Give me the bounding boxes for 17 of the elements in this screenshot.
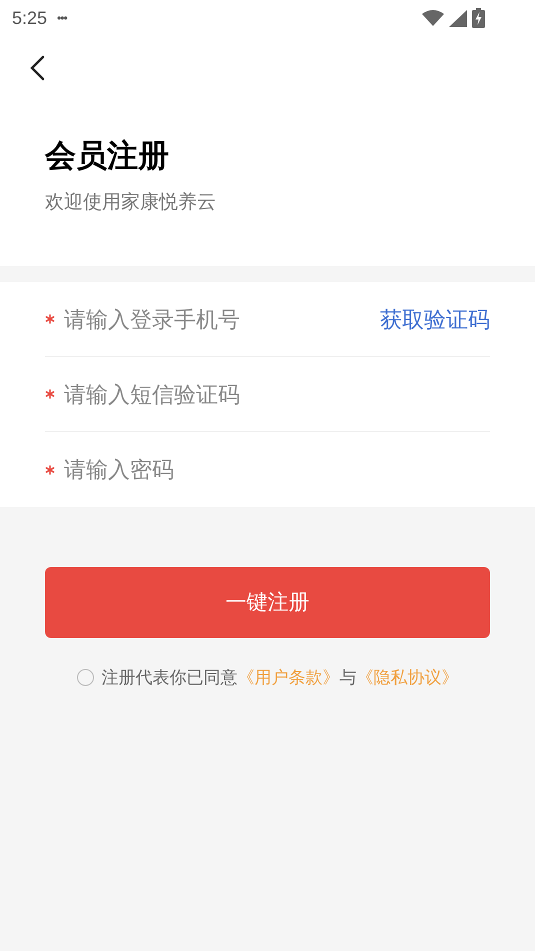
privacy-link[interactable]: 《隐私协议》 [356, 665, 458, 690]
register-button[interactable]: 一键注册 [45, 567, 490, 638]
status-time: 5:25 [12, 6, 48, 30]
input-field[interactable]: 请输入短信验证码 [64, 378, 490, 410]
status-more: ••• [57, 10, 67, 27]
signal-icon [449, 10, 467, 26]
battery-icon [472, 8, 485, 28]
page-title: 会员注册 [45, 137, 170, 175]
agreement-joiner: 与 [340, 667, 356, 689]
agreement-checkbox[interactable] [76, 669, 94, 686]
get-code-link[interactable]: 获取验证码 [380, 302, 490, 336]
input-field[interactable]: 请输入登录手机号 [64, 302, 380, 336]
terms-link[interactable]: 《用户条款》 [238, 665, 340, 690]
page-subtitle: 欢迎使用家康悦养云 [45, 191, 217, 215]
input-field[interactable]: 请输入密码 [64, 453, 490, 486]
wifi-icon [422, 10, 444, 26]
agreement-text: 注册代表你已同意 [102, 667, 238, 689]
